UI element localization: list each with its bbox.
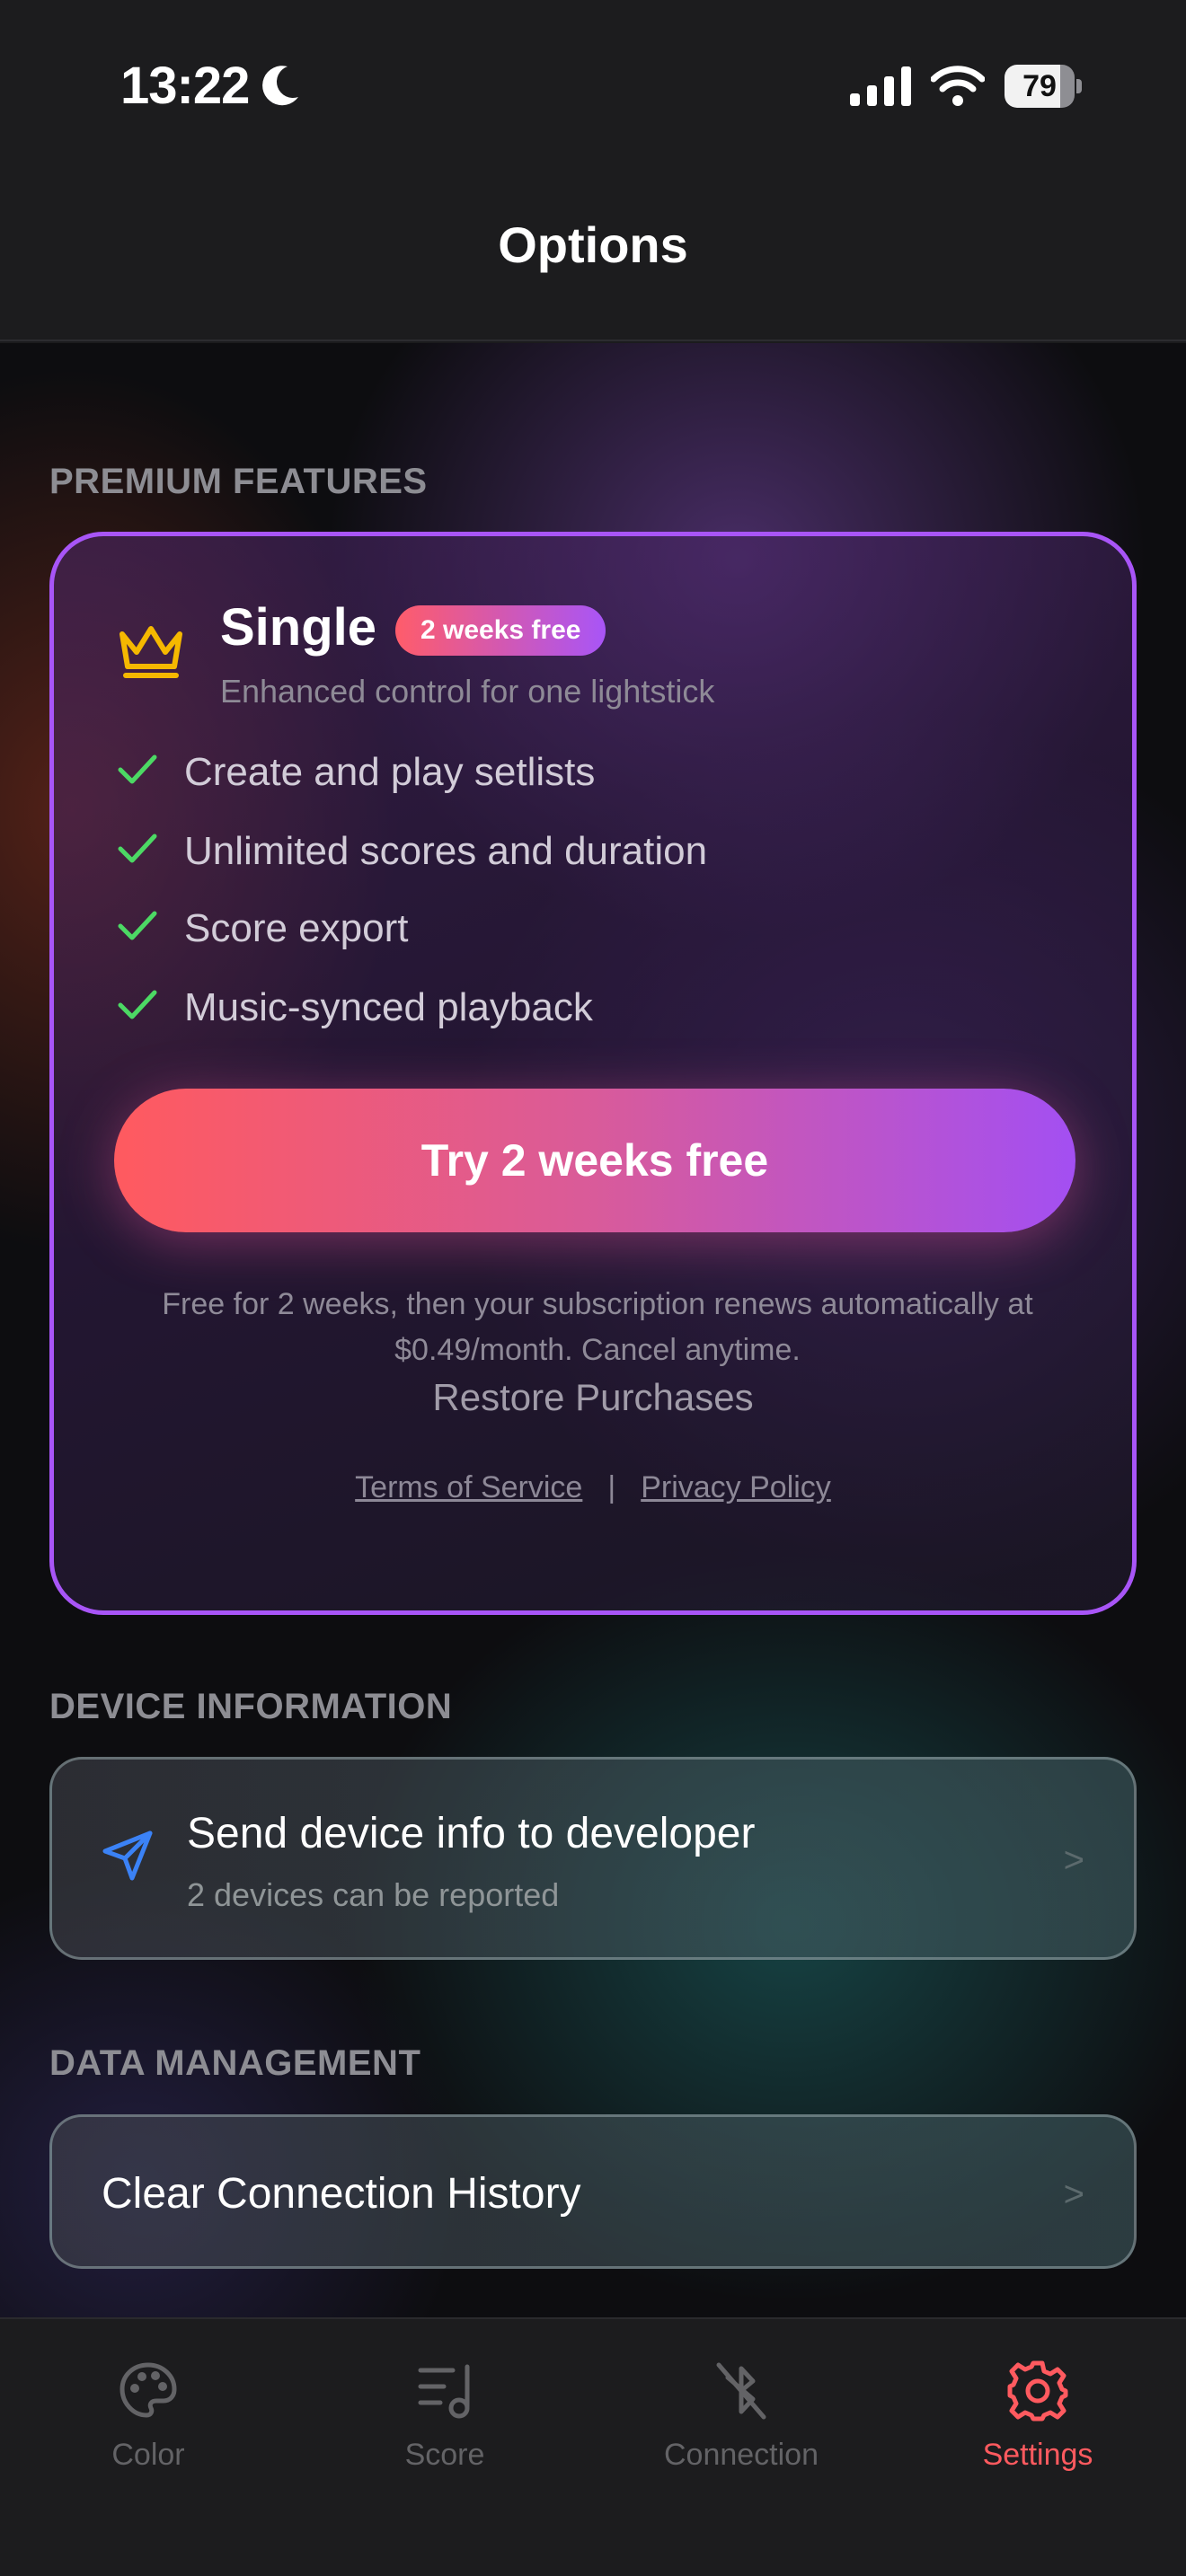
tab-label: Color: [111, 2438, 185, 2472]
tab-color[interactable]: Color: [0, 2319, 296, 2499]
free-trial-badge: 2 weeks free: [395, 605, 606, 656]
cellular-signal-icon: [850, 66, 911, 110]
wifi-icon: [930, 65, 986, 110]
tab-label: Settings: [982, 2438, 1093, 2472]
score-icon: [413, 2360, 476, 2427]
feature-label: Create and play setlists: [184, 750, 596, 794]
send-device-info-title: Send device info to developer: [187, 1810, 756, 1857]
plan-subtitle: Enhanced control for one lightstick: [220, 673, 715, 710]
gear-icon: [1006, 2360, 1069, 2427]
tab-label: Connection: [663, 2438, 819, 2472]
legal-separator: |: [607, 1470, 616, 1504]
clear-connection-history-row[interactable]: Clear Connection History >: [49, 2114, 1137, 2269]
palette-icon: [117, 2360, 180, 2427]
chevron-right-icon: >: [1063, 2175, 1084, 2214]
premium-plan-card: Single 2 weeks free Enhanced control for…: [49, 532, 1137, 1615]
clear-connection-history-title: Clear Connection History: [102, 2170, 581, 2218]
send-device-info-subtitle: 2 devices can be reported: [187, 1876, 560, 1913]
crown-icon: [117, 622, 185, 685]
status-time: 13:22: [120, 57, 250, 115]
section-label-device-info: DEVICE INFORMATION: [49, 1687, 453, 1726]
send-icon: [102, 1830, 154, 1886]
terms-of-service-link[interactable]: Terms of Service: [355, 1470, 582, 1504]
tab-label: Score: [404, 2438, 485, 2472]
privacy-policy-link[interactable]: Privacy Policy: [641, 1470, 831, 1504]
checkmark-icon: [117, 908, 158, 948]
legal-links: Terms of Service | Privacy Policy: [54, 1470, 1132, 1505]
settings-content[interactable]: PREMIUM FEATURES Single 2 weeks free Enh…: [0, 343, 1186, 2317]
status-bar: 13:22 79: [0, 0, 1186, 153]
battery-icon: 79: [1005, 65, 1082, 108]
feature-label: Unlimited scores and duration: [184, 829, 708, 873]
tab-bar: Color Score Connection Settings: [0, 2317, 1186, 2576]
bluetooth-off-icon: [710, 2360, 773, 2427]
tab-settings[interactable]: Settings: [890, 2319, 1186, 2499]
checkmark-icon: [117, 987, 158, 1028]
tab-connection[interactable]: Connection: [593, 2319, 890, 2499]
moon-icon: [261, 63, 302, 112]
checkmark-icon: [117, 831, 158, 871]
subscription-note: Free for 2 weeks, then your subscription…: [162, 1287, 1033, 1367]
try-free-button[interactable]: Try 2 weeks free: [114, 1089, 1075, 1232]
section-label-data-management: DATA MANAGEMENT: [49, 2043, 421, 2083]
nav-header: Options: [0, 153, 1186, 341]
feature-label: Score export: [184, 906, 409, 950]
feature-label: Music-synced playback: [184, 985, 593, 1029]
tab-score[interactable]: Score: [296, 2319, 593, 2499]
send-device-info-row[interactable]: Send device info to developer 2 devices …: [49, 1757, 1137, 1960]
plan-name: Single: [220, 598, 377, 657]
section-label-premium: PREMIUM FEATURES: [49, 462, 428, 501]
restore-purchases-button[interactable]: Restore Purchases: [54, 1376, 1132, 1419]
checkmark-icon: [117, 752, 158, 792]
battery-percent: 79: [1022, 69, 1057, 103]
page-title: Options: [498, 216, 688, 273]
chevron-right-icon: >: [1063, 1840, 1084, 1880]
